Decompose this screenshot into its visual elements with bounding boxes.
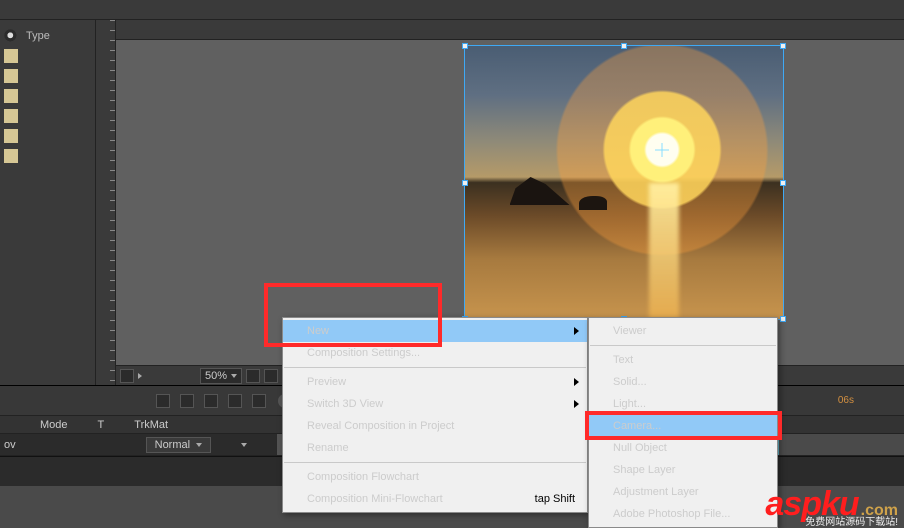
new-submenu[interactable]: Viewer Text Solid... Light... Camera... Null …: [588, 317, 778, 528]
shy-icon[interactable]: [156, 394, 170, 408]
submenu-item[interactable]: Null Object: [589, 437, 777, 459]
layer-row[interactable]: [0, 106, 95, 126]
frame-blend-icon[interactable]: [180, 394, 194, 408]
submenu-item[interactable]: Solid...: [589, 371, 777, 393]
col-trkmat: TrkMat: [134, 419, 168, 431]
menu-shortcut: tap Shift: [535, 493, 575, 505]
menu-item-label: Rename: [307, 442, 349, 454]
menu-item-label: Composition Flowchart: [307, 471, 419, 483]
eye-icon[interactable]: [4, 29, 18, 43]
menu-item-label: Null Object: [613, 442, 667, 454]
submenu-item[interactable]: Text: [589, 349, 777, 371]
handle-icon[interactable]: [780, 43, 786, 49]
layer-name-suffix: ov: [4, 439, 16, 451]
chevron-down-icon[interactable]: [241, 443, 247, 447]
submenu-item[interactable]: Adjustment Layer: [589, 481, 777, 503]
menu-item-label: Adobe Photoshop File...: [613, 508, 730, 520]
footage-layer[interactable]: [464, 45, 784, 320]
type-column-label: Type: [26, 30, 50, 42]
handle-icon[interactable]: [462, 180, 468, 186]
zoom-dropdown[interactable]: 50%: [200, 368, 242, 384]
color-swatch: [4, 149, 18, 163]
footage-image: [465, 46, 783, 319]
rock-silhouette: [510, 177, 570, 205]
layer-row[interactable]: [0, 126, 95, 146]
layer-row[interactable]: [0, 46, 95, 66]
context-menu-item[interactable]: Reveal Composition in Project: [283, 415, 587, 437]
submenu-arrow-icon: [574, 378, 579, 386]
sun-reflection: [649, 183, 679, 320]
context-menu-item[interactable]: Composition Flowchart: [283, 466, 587, 488]
color-swatch: [4, 69, 18, 83]
graph-editor-icon[interactable]: [228, 394, 242, 408]
menu-item-label: Composition Mini-Flowchart: [307, 493, 443, 505]
submenu-arrow-icon: [574, 327, 579, 335]
menu-item-label: Viewer: [613, 325, 646, 337]
context-menu-item: Rename: [283, 437, 587, 459]
motion-blur-icon[interactable]: [204, 394, 218, 408]
layer-row[interactable]: [0, 146, 95, 166]
menu-separator: [284, 462, 586, 463]
menu-item-label: New: [307, 325, 329, 337]
chevron-down-icon: [231, 374, 237, 378]
handle-icon[interactable]: [621, 43, 627, 49]
color-swatch: [4, 89, 18, 103]
menu-item-label: Switch 3D View: [307, 398, 383, 410]
chevron-down-icon: [196, 443, 202, 447]
zoom-value: 50%: [205, 370, 227, 382]
menu-separator: [590, 345, 776, 346]
context-menu-item[interactable]: Switch 3D View: [283, 393, 587, 415]
panel-header: Type: [0, 26, 95, 46]
layer-row[interactable]: [0, 86, 95, 106]
brainstorm-icon[interactable]: [252, 394, 266, 408]
submenu-item[interactable]: Light...: [589, 393, 777, 415]
rock-silhouette: [579, 196, 607, 210]
layer-row[interactable]: [0, 66, 95, 86]
layers-panel: Type: [0, 20, 96, 385]
menu-item-label: Composition Settings...: [307, 347, 420, 359]
menu-item-label: Text: [613, 354, 633, 366]
col-mode: Mode: [40, 419, 68, 431]
submenu-item[interactable]: Viewer: [589, 320, 777, 342]
color-swatch: [4, 129, 18, 143]
menu-separator: [284, 367, 586, 368]
submenu-item[interactable]: Shape Layer: [589, 459, 777, 481]
submenu-item[interactable]: Adobe Photoshop File...: [589, 503, 777, 525]
menu-item-label: Reveal Composition in Project: [307, 420, 454, 432]
color-swatch: [4, 49, 18, 63]
context-menu-item[interactable]: Composition Mini-Flowchart tap Shift: [283, 488, 587, 510]
context-menu-item[interactable]: Composition Settings...: [283, 342, 587, 364]
horizontal-ruler: [116, 20, 904, 40]
menu-item-label: Solid...: [613, 376, 647, 388]
grid-icon[interactable]: [246, 369, 260, 383]
watermark-sub: 免费网站源码下载站!: [805, 513, 898, 528]
timeline-buttons: [156, 394, 266, 408]
handle-icon[interactable]: [780, 316, 786, 322]
mode-value: Normal: [155, 439, 190, 451]
color-swatch: [4, 109, 18, 123]
context-menu-item[interactable]: New: [283, 320, 587, 342]
col-t: T: [98, 419, 105, 431]
menu-item-label: Camera...: [613, 420, 661, 432]
handle-icon[interactable]: [780, 180, 786, 186]
anchor-point-icon: [655, 143, 669, 157]
context-menu[interactable]: New Composition Settings... Preview Switch …: [282, 317, 588, 513]
handle-icon[interactable]: [462, 43, 468, 49]
submenu-item[interactable]: Camera...: [589, 415, 777, 437]
time-label: 06s: [838, 395, 854, 406]
blend-mode-dropdown[interactable]: Normal: [146, 437, 211, 453]
vertical-ruler: [96, 20, 116, 385]
context-menu-item[interactable]: Preview: [283, 371, 587, 393]
menu-item-label: Shape Layer: [613, 464, 675, 476]
menu-item-label: Light...: [613, 398, 646, 410]
mask-icon[interactable]: [264, 369, 278, 383]
expand-icon[interactable]: [138, 373, 142, 379]
snapshot-icon[interactable]: [120, 369, 134, 383]
app-top-bar: [0, 0, 904, 20]
menu-item-label: Preview: [307, 376, 346, 388]
menu-item-label: Adjustment Layer: [613, 486, 699, 498]
submenu-arrow-icon: [574, 400, 579, 408]
